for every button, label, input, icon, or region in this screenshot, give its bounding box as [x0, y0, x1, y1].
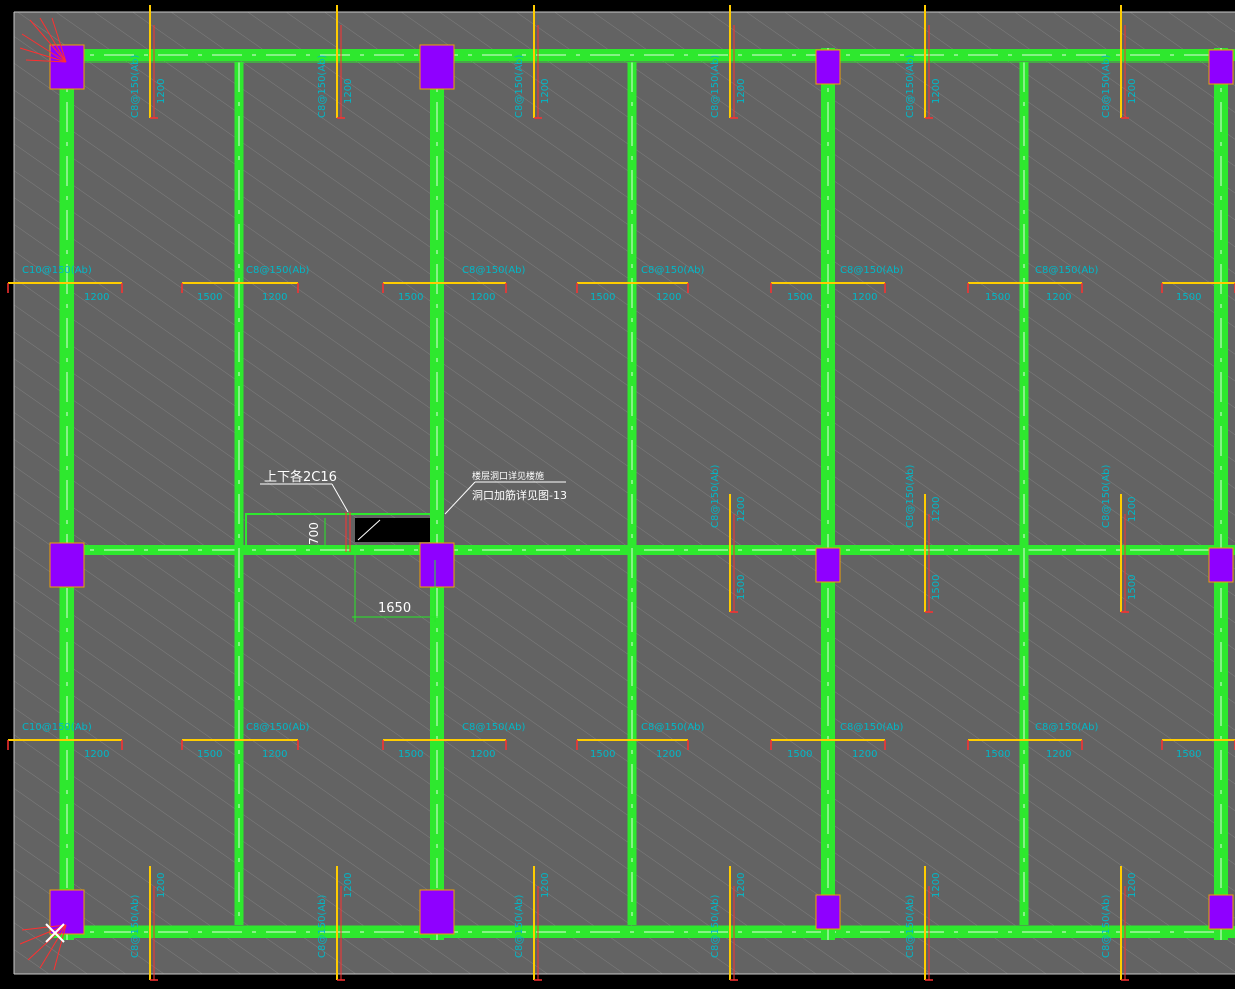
rebar-label-row1-left: C10@150(Ab) [22, 722, 92, 733]
rebar-length-row0-7: 1500 [787, 292, 812, 303]
rebar-length-middle-a-0: 1200 [736, 497, 747, 522]
rebar-length-row0-2: 1200 [262, 292, 287, 303]
rebar-length-middle-b-0: 1500 [736, 575, 747, 600]
rebar-label-top-5: C8@150(Ab) [1101, 54, 1112, 118]
rebar-length-row0-1: 1500 [197, 292, 222, 303]
rebar-label-row0-left: C10@150(Ab) [22, 265, 92, 276]
column-1-0 [419, 44, 455, 90]
column-0-1 [49, 542, 85, 588]
column-3-0 [1208, 49, 1234, 85]
rebar-label-row1-2: C8@150(Ab) [641, 722, 705, 733]
rebar-length-bottom-2: 1200 [540, 873, 551, 898]
dim-width-text: 1650 [378, 601, 411, 616]
rebar-length-row1-3: 1500 [398, 749, 423, 760]
dim-height-text: 700 [307, 522, 321, 545]
rebar-label-bottom-2: C8@150(Ab) [514, 894, 525, 958]
rebar-length-row1-11: 1500 [1176, 749, 1201, 760]
rebar-label-row1-1: C8@150(Ab) [462, 722, 526, 733]
column-1-2 [419, 889, 455, 935]
rebar-length-row0-8: 1200 [852, 292, 877, 303]
rebar-label-row0-3: C8@150(Ab) [840, 265, 904, 276]
rebar-label-row1-4: C8@150(Ab) [1035, 722, 1099, 733]
rebar-label-bottom-4: C8@150(Ab) [905, 894, 916, 958]
rebar-label-middle-0: C8@150(Ab) [710, 464, 721, 528]
rebar-label-top-3: C8@150(Ab) [710, 54, 721, 118]
rebar-label-row1-0: C8@150(Ab) [246, 722, 310, 733]
rebar-length-row1-5: 1500 [590, 749, 615, 760]
rebar-length-row1-8: 1200 [852, 749, 877, 760]
rebar-label-row0-2: C8@150(Ab) [641, 265, 705, 276]
rebar-label-middle-1: C8@150(Ab) [905, 464, 916, 528]
rebar-label-top-2: C8@150(Ab) [514, 54, 525, 118]
column-0-0 [49, 44, 85, 90]
rebar-length-row1-0: 1200 [84, 749, 109, 760]
rebar-length-row1-1: 1500 [197, 749, 222, 760]
column-0-2 [49, 889, 85, 935]
rebar-label-row1-3: C8@150(Ab) [840, 722, 904, 733]
rebar-length-middle-b-2: 1500 [1127, 575, 1138, 600]
rebar-label-bottom-0: C8@150(Ab) [130, 894, 141, 958]
rebar-length-row1-2: 1200 [262, 749, 287, 760]
rebar-length-row1-9: 1500 [985, 749, 1010, 760]
slab-opening [355, 518, 435, 542]
column-3-1 [1208, 547, 1234, 583]
rebar-length-top-4: 1200 [931, 79, 942, 104]
opening-note-line1: 楼层洞口详见楼施 [472, 470, 544, 482]
rebar-label-middle-2: C8@150(Ab) [1101, 464, 1112, 528]
cad-drawing-viewport[interactable]: C10@150(Ab) C8@150(Ab) C8@150(Ab) C8@150(Ab… [0, 0, 1235, 989]
rebar-length-middle-a-2: 1200 [1127, 497, 1138, 522]
rebar-length-row0-4: 1200 [470, 292, 495, 303]
rebar-label-row0-0: C8@150(Ab) [246, 265, 310, 276]
rebar-length-row0-9: 1500 [985, 292, 1010, 303]
column-1-1 [419, 542, 455, 588]
rebar-length-top-5: 1200 [1127, 79, 1138, 104]
column-2-2 [815, 894, 841, 930]
rebar-length-row0-10: 1200 [1046, 292, 1071, 303]
rebar-length-bottom-1: 1200 [343, 873, 354, 898]
rebar-label-top-1: C8@150(Ab) [317, 54, 328, 118]
rebar-length-top-2: 1200 [540, 79, 551, 104]
rebar-length-bottom-3: 1200 [736, 873, 747, 898]
rebar-length-top-1: 1200 [343, 79, 354, 104]
rebar-note-text: 上下各2C16 [264, 469, 337, 485]
rebar-label-row0-1: C8@150(Ab) [462, 265, 526, 276]
slab-hatch [14, 12, 1235, 974]
rebar-label-row0-4: C8@150(Ab) [1035, 265, 1099, 276]
column-2-1 [815, 547, 841, 583]
rebar-length-row1-10: 1200 [1046, 749, 1071, 760]
rebar-length-row1-7: 1500 [787, 749, 812, 760]
column-3-2 [1208, 894, 1234, 930]
opening-note-line2: 洞口加筋详见图-13 [472, 488, 567, 502]
rebar-length-bottom-4: 1200 [931, 873, 942, 898]
rebar-length-row1-4: 1200 [470, 749, 495, 760]
rebar-length-top-3: 1200 [736, 79, 747, 104]
rebar-length-bottom-0: 1200 [156, 873, 167, 898]
rebar-length-row0-11: 1500 [1176, 292, 1201, 303]
rebar-length-row0-3: 1500 [398, 292, 423, 303]
rebar-label-top-0: C8@150(Ab) [130, 54, 141, 118]
rebar-label-bottom-5: C8@150(Ab) [1101, 894, 1112, 958]
rebar-length-row0-5: 1500 [590, 292, 615, 303]
rebar-length-row0-6: 1200 [656, 292, 681, 303]
rebar-length-row0-0: 1200 [84, 292, 109, 303]
rebar-label-top-4: C8@150(Ab) [905, 54, 916, 118]
rebar-length-middle-b-1: 1500 [931, 575, 942, 600]
rebar-label-bottom-1: C8@150(Ab) [317, 894, 328, 958]
rebar-length-top-0: 1200 [156, 79, 167, 104]
rebar-label-bottom-3: C8@150(Ab) [710, 894, 721, 958]
rebar-length-row1-6: 1200 [656, 749, 681, 760]
rebar-length-bottom-5: 1200 [1127, 873, 1138, 898]
column-2-0 [815, 49, 841, 85]
rebar-length-middle-a-1: 1200 [931, 497, 942, 522]
